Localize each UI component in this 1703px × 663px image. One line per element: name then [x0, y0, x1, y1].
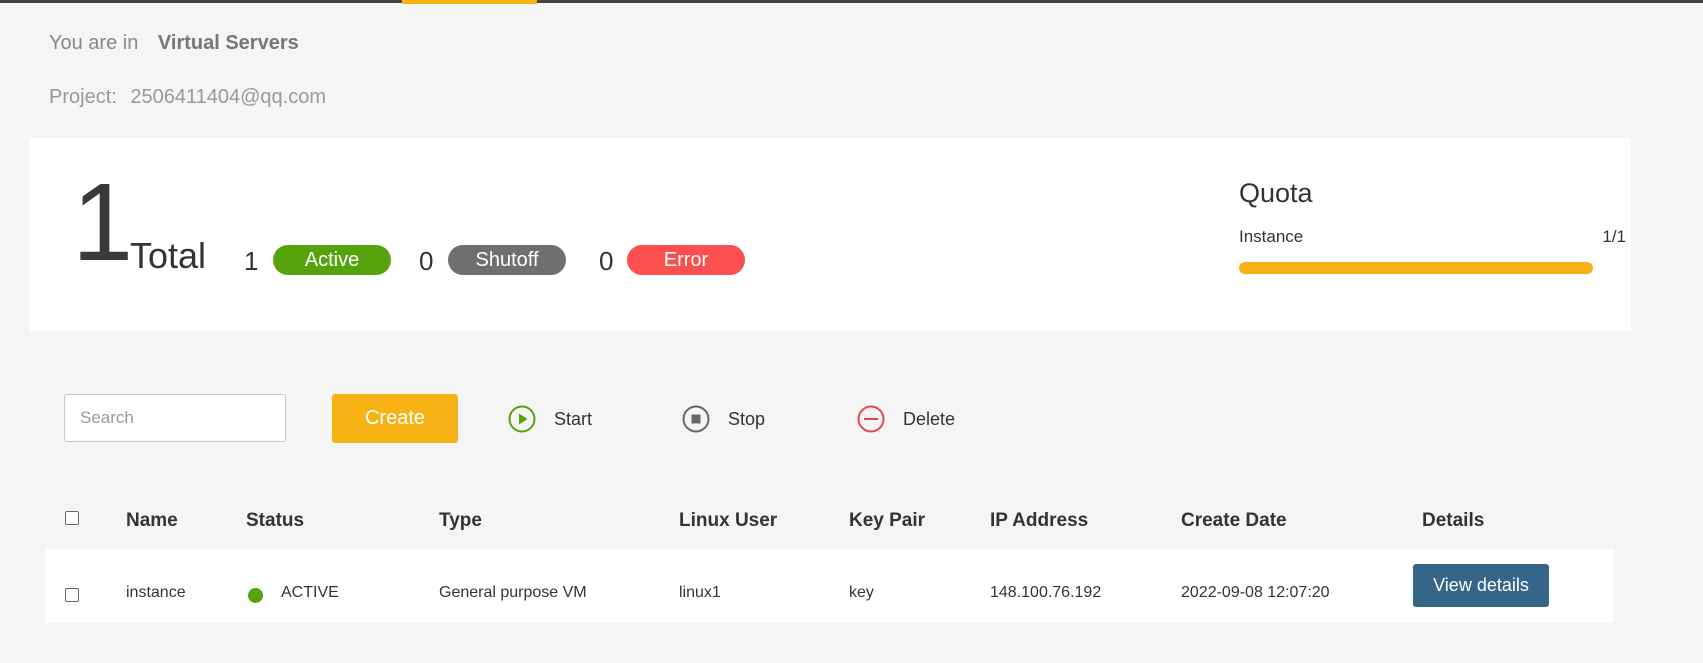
project-label: Project: [49, 86, 117, 108]
header-create-date[interactable]: Create Date [1181, 510, 1287, 532]
quota-title: Quota [1239, 178, 1313, 208]
breadcrumb: You are in Virtual Servers [49, 32, 299, 55]
shutoff-badge[interactable]: Shutoff [448, 245, 566, 275]
active-badge[interactable]: Active [273, 245, 391, 275]
cell-ip-address: 148.100.76.192 [990, 584, 1102, 601]
cell-type: General purpose VM [439, 584, 587, 601]
project-value: 2506411404@qq.com [130, 86, 327, 108]
stop-button[interactable]: Stop [682, 404, 765, 434]
row-checkbox[interactable] [65, 588, 79, 602]
stop-circle-icon [682, 405, 710, 433]
cell-create-date: 2022-09-08 12:07:20 [1181, 584, 1330, 601]
quota-progress-fill [1239, 262, 1593, 274]
select-all-checkbox[interactable] [65, 511, 79, 525]
shutoff-count: 0 [419, 246, 434, 276]
header-ip-address[interactable]: IP Address [990, 510, 1088, 532]
header-linux-user[interactable]: Linux User [679, 510, 777, 532]
top-bar [0, 0, 1703, 3]
search-input[interactable] [64, 394, 286, 442]
cell-linux-user: linux1 [679, 584, 721, 601]
start-label: Start [554, 408, 593, 429]
status-dot-icon [248, 588, 263, 603]
header-key-pair[interactable]: Key Pair [849, 510, 925, 532]
quota-label: Instance [1239, 227, 1304, 246]
error-count: 0 [599, 246, 614, 276]
error-badge[interactable]: Error [627, 245, 745, 275]
header-name[interactable]: Name [126, 510, 178, 532]
delete-button[interactable]: Delete [857, 404, 955, 434]
cell-name: instance [126, 584, 186, 601]
play-circle-icon [508, 405, 536, 433]
delete-label: Delete [903, 408, 956, 429]
cell-status: ACTIVE [281, 584, 339, 601]
active-nav-indicator [402, 0, 537, 4]
quota-value: 1/1 [1602, 227, 1626, 246]
header-type[interactable]: Type [439, 510, 482, 532]
view-details-button[interactable]: View details [1413, 564, 1549, 607]
summary-card: 1 Total 1 Active 0 Shutoff 0 Error Quota… [30, 138, 1631, 331]
project-info: Project: 2506411404@qq.com [49, 86, 326, 109]
create-button[interactable]: Create [332, 394, 458, 443]
quota-progress-bar [1239, 262, 1593, 274]
active-count: 1 [244, 246, 259, 276]
stop-label: Stop [728, 408, 766, 429]
header-status[interactable]: Status [246, 510, 304, 532]
header-details: Details [1422, 510, 1485, 531]
cell-key-pair: key [849, 584, 874, 601]
breadcrumb-current: Virtual Servers [157, 32, 299, 54]
start-button[interactable]: Start [508, 404, 592, 434]
total-count: 1 [72, 161, 134, 284]
total-label: Total [130, 235, 207, 276]
breadcrumb-prefix: You are in [49, 32, 139, 54]
minus-circle-icon [857, 405, 885, 433]
